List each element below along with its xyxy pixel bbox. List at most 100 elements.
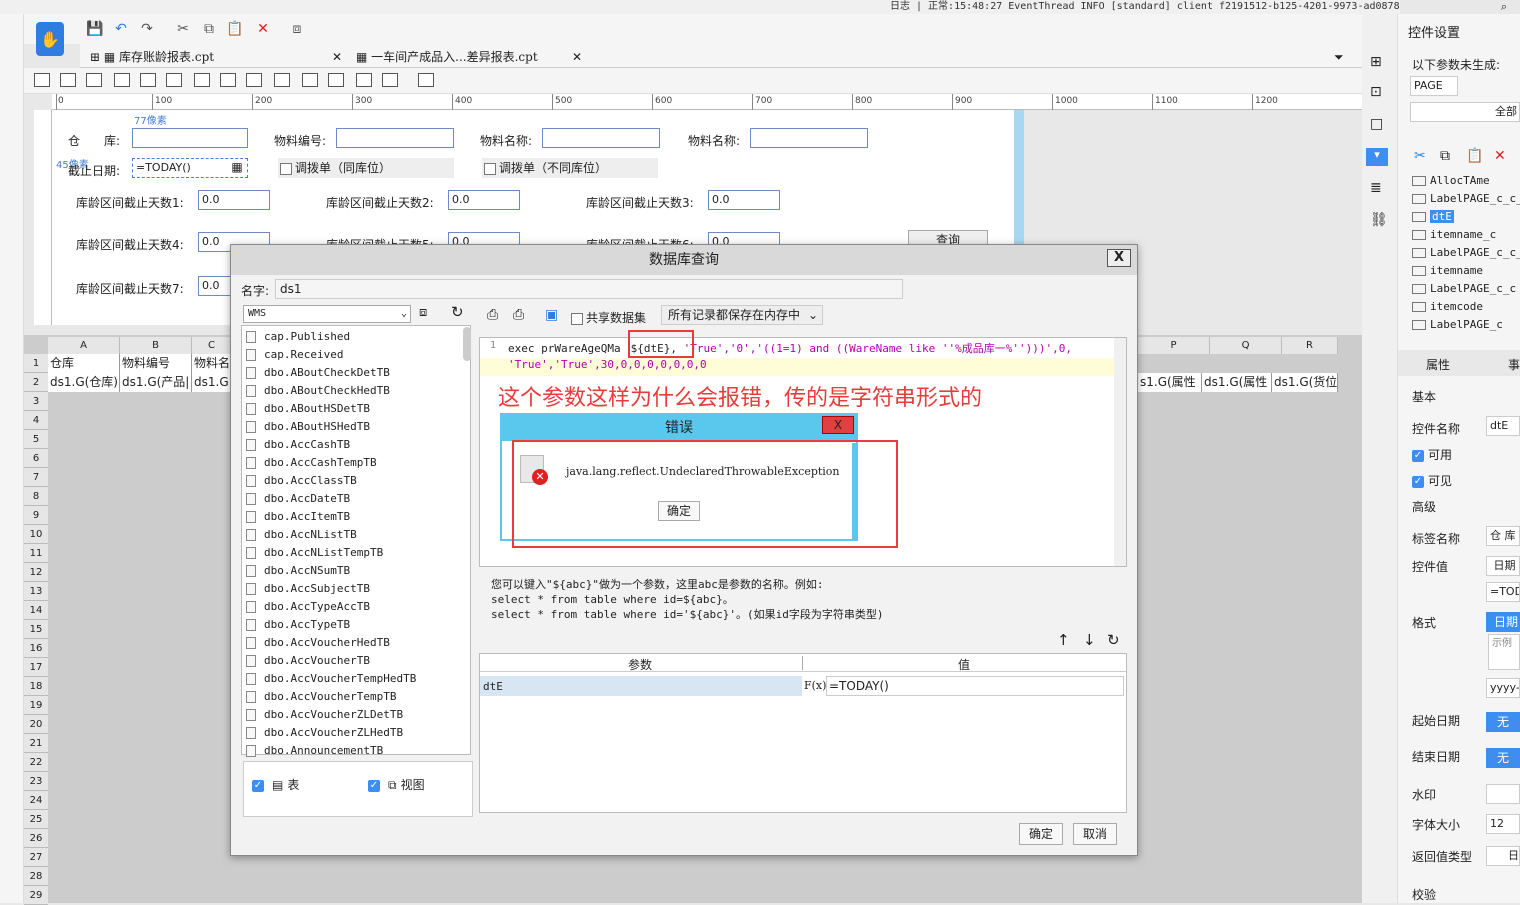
row-header[interactable]: 20	[24, 715, 48, 734]
age-days-2-input[interactable]: 0.0	[448, 190, 520, 210]
material-name2-input[interactable]	[750, 128, 868, 148]
tab-properties[interactable]: 属性	[1426, 356, 1450, 373]
database-select[interactable]: WMS ⌄	[243, 305, 411, 323]
row-header[interactable]: 19	[24, 696, 48, 715]
tree-item[interactable]: itemcode	[1412, 300, 1483, 313]
more-widget-icon[interactable]	[418, 73, 434, 87]
row-header[interactable]: 11	[24, 544, 48, 563]
table-list-item[interactable]: dbo.AccClassTB	[246, 474, 357, 487]
tab-close-icon[interactable]: ✕	[572, 46, 582, 68]
material-code-input[interactable]	[336, 128, 454, 148]
cell-b1[interactable]: 物料编号	[120, 354, 192, 373]
print-icon[interactable]: ⎙	[513, 307, 524, 323]
password-widget-icon[interactable]	[356, 73, 372, 87]
tree-item[interactable]: itemname	[1412, 264, 1483, 277]
cell-a1[interactable]: 仓库	[48, 354, 120, 373]
visible-checkbox[interactable]: ✓ 可见	[1412, 472, 1452, 489]
list-icon[interactable]: ≣	[1370, 180, 1382, 196]
cell-a2[interactable]: ds1.G(仓库)	[48, 373, 120, 392]
table-list-item[interactable]: dbo.AccVoucherZLHedTB	[246, 726, 403, 739]
table-list-item[interactable]: dbo.ABoutHSDetTB	[246, 402, 370, 415]
sql-scrollbar[interactable]	[1114, 338, 1126, 566]
row-header[interactable]: 27	[24, 848, 48, 867]
end-date-select[interactable]: 无	[1486, 748, 1520, 768]
enabled-checkbox[interactable]: ✓ 可用	[1412, 446, 1452, 463]
column-b[interactable]: B	[120, 337, 192, 354]
tree-item[interactable]: LabelPAGE_c_c	[1412, 282, 1516, 295]
date-widget-icon[interactable]	[140, 73, 156, 87]
link-icon[interactable]: ⛓	[1370, 212, 1388, 228]
control-name-input[interactable]: dtE	[1486, 416, 1520, 436]
table-list-item[interactable]: dbo.AccCashTempTB	[246, 456, 377, 469]
save-query-icon[interactable]: ▣	[545, 307, 558, 323]
start-date-select[interactable]: 无	[1486, 712, 1520, 732]
param-value-cell[interactable]: =TODAY()	[826, 676, 1124, 696]
cell-b2[interactable]: ds1.G(产品|	[120, 373, 192, 392]
age-days-1-input[interactable]: 0.0	[198, 190, 270, 210]
row-header[interactable]: 23	[24, 772, 48, 791]
formula-icon[interactable]: F(x)	[804, 676, 826, 696]
dialog-ok-button[interactable]: 确定	[1019, 823, 1063, 845]
table-list-item[interactable]: dbo.ABoutHSHedTB	[246, 420, 370, 433]
label-widget-icon[interactable]	[34, 73, 50, 87]
row-header[interactable]: 12	[24, 563, 48, 582]
save-icon[interactable]: 💾	[86, 20, 104, 38]
cell-p2[interactable]: s1.G(属性	[1138, 373, 1202, 392]
undo-icon[interactable]: ↶	[112, 20, 130, 38]
param-row[interactable]: dtE	[480, 676, 802, 696]
move-down-icon[interactable]: ↓	[1083, 631, 1096, 649]
column-q[interactable]: Q	[1210, 337, 1282, 354]
table-list-item[interactable]: dbo.AccNListTB	[246, 528, 357, 541]
tab-events[interactable]: 事	[1508, 356, 1520, 373]
error-close-button[interactable]: X	[822, 416, 854, 434]
memory-mode-select[interactable]: 所有记录都保存在内存中 ⌄	[661, 305, 823, 325]
tree-item[interactable]: LabelPAGE_c_c_c	[1412, 246, 1520, 259]
row-header[interactable]: 3	[24, 392, 48, 411]
button-widget-icon[interactable]	[86, 73, 102, 87]
tag-name-input[interactable]: 仓 库	[1486, 526, 1520, 546]
row-header[interactable]: 16	[24, 639, 48, 658]
app-logo-icon[interactable]: ✋	[36, 22, 64, 56]
tree-item-selected[interactable]: dtE	[1412, 210, 1454, 223]
table-list-item[interactable]: cap.Published	[246, 330, 350, 343]
tab-inventory-aging[interactable]: ⊞ ▦ 库存账龄报表.cpt	[90, 46, 214, 68]
search-icon[interactable]: ⌕	[1494, 0, 1514, 14]
return-type-select[interactable]: 日	[1486, 846, 1520, 866]
cell-c2[interactable]: ds1.G	[192, 373, 232, 392]
dialog-close-button[interactable]: X	[1107, 249, 1131, 267]
table-list-item[interactable]: dbo.AccVoucherHedTB	[246, 636, 390, 649]
refresh-params-icon[interactable]: ↻	[1107, 631, 1120, 649]
refresh-icon[interactable]: ↻	[451, 303, 464, 321]
text-widget-icon[interactable]	[60, 73, 76, 87]
table-list-item[interactable]: dbo.AccCashTB	[246, 438, 350, 451]
table-list-item[interactable]: dbo.AccSubjectTB	[246, 582, 370, 595]
column-c[interactable]: C	[192, 337, 232, 354]
table-list-item[interactable]: dbo.AccVoucherZLDetTB	[246, 708, 403, 721]
tree-item[interactable]: LabelPAGE_c	[1412, 318, 1503, 331]
row-header[interactable]: 2	[24, 373, 48, 392]
row-header[interactable]: 18	[24, 677, 48, 696]
column-p[interactable]: P	[1138, 337, 1210, 354]
table-list-item[interactable]: dbo.ABoutCheckHedTB	[246, 384, 390, 397]
control-settings-icon[interactable]: ▾	[1366, 148, 1388, 166]
redo-icon[interactable]: ↷	[138, 20, 156, 38]
page-param[interactable]: PAGE	[1410, 76, 1458, 96]
table-checkbox[interactable]: ✓ ▤ 表	[252, 776, 299, 793]
row-header[interactable]: 22	[24, 753, 48, 772]
table-list-item[interactable]: dbo.AccTypeAccTB	[246, 600, 370, 613]
row-header[interactable]: 28	[24, 867, 48, 886]
tree-item[interactable]: LabelPAGE_c_c_c	[1412, 192, 1520, 205]
preview-icon[interactable]: ⧈	[288, 20, 306, 38]
format-pattern[interactable]: yyyy-	[1486, 678, 1520, 698]
row-header[interactable]: 29	[24, 886, 48, 905]
transfer-same-checkbox[interactable]: 调拨单（同库位）	[278, 158, 454, 178]
view-checkbox[interactable]: ✓ ⧉ 视图	[368, 776, 425, 793]
paste-icon[interactable]: 📋	[1466, 148, 1483, 164]
row-header[interactable]: 4	[24, 411, 48, 430]
checkbox-widget-icon[interactable]	[274, 73, 290, 87]
radio-widget-icon[interactable]	[246, 73, 262, 87]
table-list-item[interactable]: dbo.AccVoucherTB	[246, 654, 370, 667]
copy-icon[interactable]: ⧉	[200, 20, 218, 38]
control-value-formula[interactable]: =TOD	[1486, 582, 1520, 602]
table-list-item[interactable]: dbo.ABoutCheckDetTB	[246, 366, 390, 379]
